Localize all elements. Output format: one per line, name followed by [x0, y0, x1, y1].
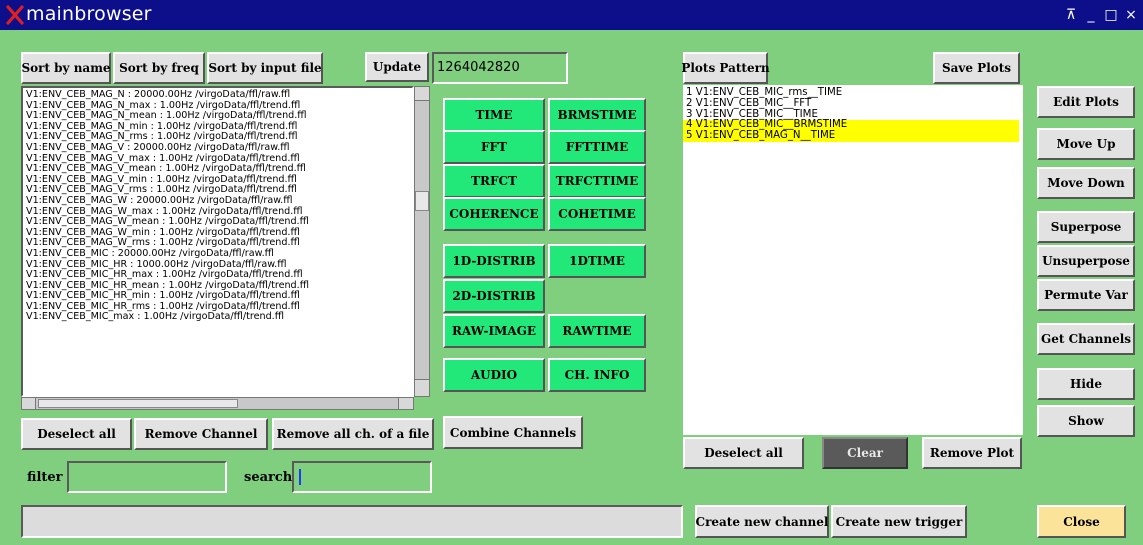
- channel-list-vscrollbar[interactable]: [414, 86, 430, 397]
- 1d-distrib-button[interactable]: 1D-DISTRIB: [443, 244, 545, 278]
- scroll-down-arrow-icon[interactable]: [415, 379, 429, 396]
- maximize-icon[interactable]: □: [1102, 5, 1120, 25]
- raw-image-button[interactable]: RAW-IMAGE: [443, 314, 545, 348]
- channel-list-item[interactable]: V1:ENV_CEB_MAG_V : 20000.00Hz /virgoData…: [23, 142, 412, 154]
- sort-by-name-button[interactable]: Sort by name: [21, 52, 111, 84]
- gps-time-field[interactable]: 1264042820: [432, 52, 568, 84]
- trfcttime-button[interactable]: TRFCTTIME: [548, 164, 646, 198]
- pin-icon[interactable]: ⊼: [1062, 5, 1080, 25]
- update-button[interactable]: Update: [365, 52, 429, 82]
- permute-var-button[interactable]: Permute Var: [1037, 279, 1135, 311]
- status-bar: [21, 505, 683, 538]
- scroll-thumb[interactable]: [415, 191, 429, 211]
- search-input[interactable]: [292, 461, 432, 493]
- minimize-icon[interactable]: _: [1082, 5, 1100, 25]
- channel-list-item[interactable]: V1:ENV_CEB_MAG_W : 20000.00Hz /virgoData…: [23, 195, 412, 207]
- close-button[interactable]: Close: [1037, 505, 1126, 538]
- remove-plot-button[interactable]: Remove Plot: [922, 437, 1022, 469]
- channel-list-hscrollbar[interactable]: [21, 397, 414, 410]
- plot-item[interactable]: 2 V1:ENV_CEB_MIC__FFT: [683, 98, 1023, 110]
- plots-pattern-button[interactable]: Plots Pattern: [681, 52, 770, 84]
- channel-list-item[interactable]: V1:ENV_CEB_MIC_max : 1.00Hz /virgoData/f…: [23, 312, 412, 323]
- move-down-button[interactable]: Move Down: [1037, 167, 1135, 199]
- filter-label: filter: [27, 470, 63, 485]
- save-plots-button[interactable]: Save Plots: [933, 52, 1020, 84]
- superpose-button[interactable]: Superpose: [1037, 211, 1135, 243]
- channel-list-item[interactable]: V1:ENV_CEB_MAG_N : 20000.00Hz /virgoData…: [23, 89, 412, 101]
- combine-channels-button[interactable]: Combine Channels: [443, 416, 583, 449]
- coherence-button[interactable]: COHERENCE: [443, 197, 545, 231]
- sort-by-freq-button[interactable]: Sort by freq: [113, 52, 205, 84]
- title-bar: [0, 0, 1143, 30]
- move-up-button[interactable]: Move Up: [1037, 128, 1135, 160]
- 1dtime-button[interactable]: 1DTIME: [548, 244, 646, 278]
- time-button[interactable]: TIME: [443, 98, 545, 132]
- filter-input[interactable]: [67, 461, 227, 493]
- search-label: search: [244, 470, 293, 485]
- ch-info-button[interactable]: CH. INFO: [548, 358, 646, 392]
- trfct-button[interactable]: TRFCT: [443, 164, 545, 198]
- deselect-all-channels-button[interactable]: Deselect all: [21, 418, 132, 450]
- unsuperpose-button[interactable]: Unsuperpose: [1037, 245, 1135, 277]
- edit-plots-button[interactable]: Edit Plots: [1037, 86, 1135, 118]
- brmstime-button[interactable]: BRMSTIME: [548, 98, 646, 132]
- x11-logo-icon: [6, 5, 24, 25]
- get-channels-button[interactable]: Get Channels: [1037, 323, 1135, 355]
- hscroll-thumb[interactable]: [38, 399, 238, 408]
- create-new-channel-button[interactable]: Create new channel: [695, 505, 829, 538]
- text-cursor: [299, 469, 301, 485]
- close-window-icon[interactable]: ×: [1122, 5, 1140, 25]
- remove-all-channels-of-file-button[interactable]: Remove all ch. of a file: [272, 418, 434, 450]
- ffttime-button[interactable]: FFTTIME: [548, 130, 646, 164]
- clear-plots-button[interactable]: Clear: [822, 437, 908, 469]
- cohetime-button[interactable]: COHETIME: [548, 197, 646, 231]
- deselect-all-plots-button[interactable]: Deselect all: [683, 437, 804, 469]
- channel-list[interactable]: V1:ENV_CEB_MAG_N : 20000.00Hz /virgoData…: [21, 86, 414, 397]
- scroll-left-arrow-icon[interactable]: [22, 398, 36, 409]
- show-button[interactable]: Show: [1037, 405, 1135, 437]
- plot-item-selected[interactable]: 5 V1:ENV_CEB_MAG_N__TIME: [683, 130, 1019, 142]
- hide-button[interactable]: Hide: [1037, 368, 1135, 400]
- remove-channel-button[interactable]: Remove Channel: [134, 418, 268, 450]
- rawtime-button[interactable]: RAWTIME: [548, 314, 646, 348]
- create-new-trigger-button[interactable]: Create new trigger: [831, 505, 967, 538]
- window-title: mainbrowser: [26, 3, 152, 25]
- 2d-distrib-button[interactable]: 2D-DISTRIB: [443, 279, 545, 313]
- plots-list[interactable]: 1 V1:ENV_CEB_MIC_rms__TIME 2 V1:ENV_CEB_…: [683, 85, 1023, 435]
- audio-button[interactable]: AUDIO: [443, 358, 545, 392]
- scroll-up-arrow-icon[interactable]: [415, 87, 429, 101]
- scroll-right-arrow-icon[interactable]: [398, 398, 413, 409]
- sort-by-input-file-button[interactable]: Sort by input file: [207, 52, 323, 84]
- fft-button[interactable]: FFT: [443, 130, 545, 164]
- channel-list-item[interactable]: V1:ENV_CEB_MIC : 20000.00Hz /virgoData/f…: [23, 248, 412, 260]
